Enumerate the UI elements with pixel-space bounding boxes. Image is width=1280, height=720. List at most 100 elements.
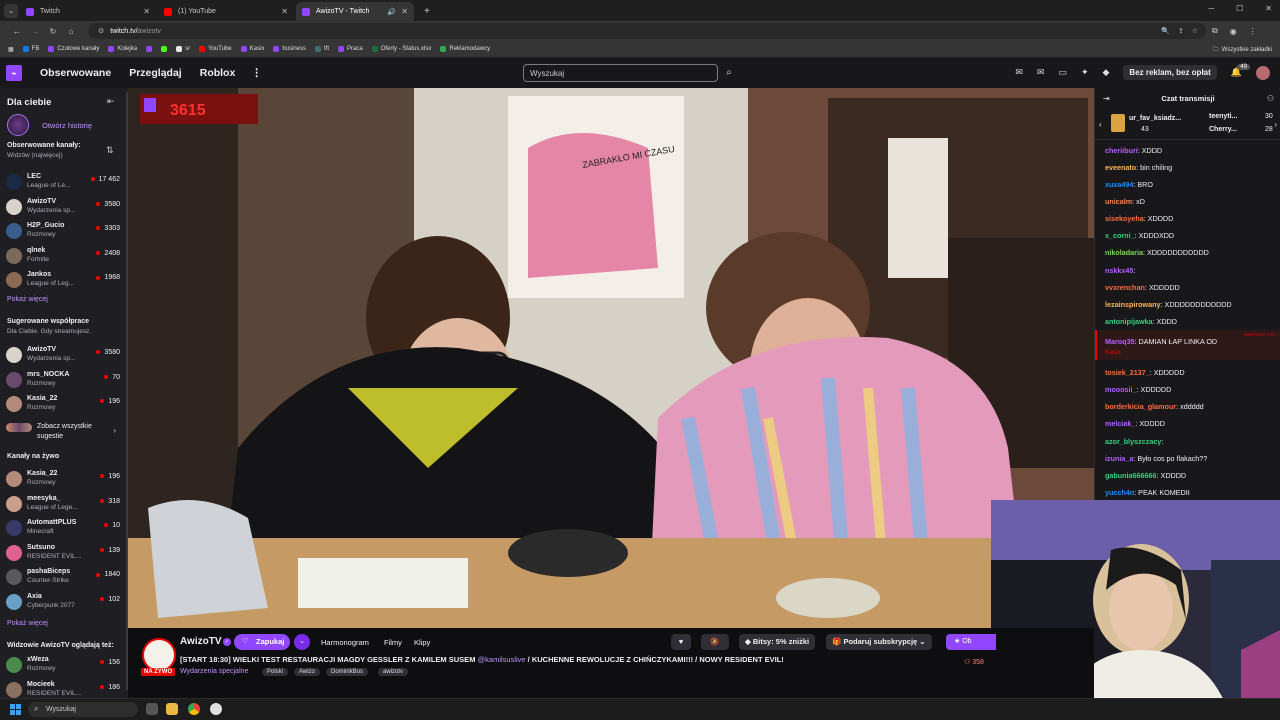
- sidebar-channel-item[interactable]: LEC League of Le... 17 462: [6, 171, 120, 193]
- minimize-icon[interactable]: ─: [1208, 4, 1214, 13]
- stream-title-mention[interactable]: @kamilsuslive: [478, 655, 526, 664]
- browser-menu-icon[interactable]: ⋮: [1249, 27, 1257, 36]
- windows-start-icon[interactable]: [10, 704, 21, 715]
- sidebar-channel-item[interactable]: AutomattPLUS Minecraft 10: [6, 517, 120, 539]
- new-tab-button[interactable]: +: [424, 6, 430, 17]
- forward-icon[interactable]: →: [26, 27, 44, 36]
- gifter-name[interactable]: Cherry...: [1209, 126, 1237, 133]
- chat-username[interactable]: azor_blyszczacy: [1105, 437, 1161, 446]
- inbox-icon[interactable]: ✉: [1037, 67, 1045, 78]
- browser-tab-awizotv[interactable]: AwizoTV - Twitch ✕ 🔊: [296, 2, 414, 21]
- all-bookmarks-button[interactable]: 🗀 Wszystkie zakładki: [1213, 45, 1272, 55]
- chat-username[interactable]: eveenato: [1105, 163, 1136, 172]
- chat-username[interactable]: borderkicia_glamour: [1105, 402, 1176, 411]
- stream-category-link[interactable]: Wydarzenia specjalne: [180, 668, 248, 675]
- chrome-icon[interactable]: [188, 703, 200, 715]
- sidebar-channel-item[interactable]: Axia Cyberpunk 2077 102: [6, 591, 120, 613]
- chat-username[interactable]: vvxrenchan: [1105, 283, 1145, 292]
- task-view-icon[interactable]: [146, 703, 158, 715]
- tag-dominikbos[interactable]: DominikBos: [326, 668, 369, 676]
- sidebar-channel-item[interactable]: AwizoTV Wydarzenia sp... 3580: [6, 344, 120, 366]
- bookmark-item[interactable]: [161, 46, 168, 52]
- clips-link[interactable]: Klipy: [414, 638, 430, 647]
- chat-username[interactable]: tosiek_2137_: [1105, 368, 1150, 377]
- heart-button[interactable]: ♥: [671, 634, 691, 650]
- audio-playing-icon[interactable]: 🔊: [387, 8, 396, 16]
- schedule-link[interactable]: Harmonogram: [321, 638, 369, 647]
- bookmark-item[interactable]: YouTube: [199, 46, 232, 52]
- maximize-icon[interactable]: ☐: [1236, 4, 1243, 13]
- close-tab-icon[interactable]: ✕: [143, 7, 150, 16]
- bookmark-star-icon[interactable]: ☆: [1192, 27, 1198, 35]
- videos-link[interactable]: Filmy: [384, 638, 402, 647]
- bookmark-item[interactable]: FB: [22, 46, 39, 52]
- back-icon[interactable]: ←: [8, 27, 26, 36]
- home-icon[interactable]: ⌂: [62, 27, 80, 36]
- tab-search-icon[interactable]: ⌄: [4, 4, 18, 18]
- chat-username[interactable]: lezainspirowany: [1105, 300, 1161, 309]
- bookmark-item[interactable]: Czołowe kanały: [48, 46, 99, 52]
- sort-icon[interactable]: ⇅: [106, 145, 114, 156]
- video-player[interactable]: ZABRAKŁO MI CZASU 3615: [128, 88, 1094, 628]
- sidebar-channel-item[interactable]: H2P_Gucio Rozmowy 3303: [6, 220, 120, 242]
- chat-username[interactable]: cheriiburi: [1105, 146, 1138, 155]
- profile-icon[interactable]: ◉: [1230, 27, 1237, 36]
- reload-icon[interactable]: ↻: [44, 27, 62, 36]
- address-bar[interactable]: ⚙ twitch.tv/awizotv 🔍 ⇪ ☆: [88, 23, 1206, 39]
- tag-awizo[interactable]: Awizo: [294, 668, 320, 676]
- apps-grid-icon[interactable]: ▦: [8, 46, 14, 53]
- chat-username[interactable]: sisekoyeha: [1105, 214, 1144, 223]
- bookmark-item[interactable]: Oferty - Status.xlsx: [371, 46, 431, 52]
- bookmark-item[interactable]: sr: [176, 46, 190, 52]
- sidebar-channel-item[interactable]: Kasia_22 Rozmowy 196: [6, 393, 120, 415]
- sidebar-channel-item[interactable]: Sutsuno RESIDENT EVIL... 139: [6, 542, 120, 564]
- bookmark-item[interactable]: Kasix: [240, 46, 264, 52]
- channel-avatar[interactable]: [142, 638, 176, 672]
- chat-username[interactable]: nskkx45: [1105, 266, 1133, 275]
- gifter-name[interactable]: teenyti...: [1209, 113, 1237, 120]
- bookmark-item[interactable]: business: [273, 46, 306, 52]
- open-history-button[interactable]: Otwórz historię: [7, 114, 92, 136]
- collapse-sidebar-icon[interactable]: ⇤: [107, 96, 115, 107]
- chat-users-icon[interactable]: ⚇: [1267, 88, 1274, 110]
- bookmark-item[interactable]: Praca: [338, 46, 363, 52]
- close-window-icon[interactable]: ✕: [1265, 4, 1272, 13]
- see-all-suggestions-button[interactable]: Zobacz wszystkie sugestie ›: [6, 421, 120, 443]
- sidebar-channel-item[interactable]: xWeza Rozmowy 156: [6, 654, 120, 676]
- site-info-icon[interactable]: ⚙: [98, 27, 104, 35]
- close-tab-icon[interactable]: ✕: [281, 7, 288, 16]
- avatar[interactable]: [1256, 65, 1270, 80]
- sidebar-channel-item[interactable]: meesyka_ League of Lege... 318: [6, 493, 120, 515]
- channel-name[interactable]: AwizoTV: [180, 636, 221, 647]
- show-more-live-link[interactable]: Pokaż więcej: [7, 620, 48, 627]
- gifter-name[interactable]: ur_fav_ksiadz...: [1129, 115, 1181, 122]
- chat-username[interactable]: antonipijawka: [1105, 317, 1153, 326]
- close-tab-icon[interactable]: ✕: [401, 7, 408, 16]
- browser-tab-twitch[interactable]: Twitch ✕: [20, 2, 158, 21]
- chat-username[interactable]: gabunia666666: [1105, 471, 1157, 480]
- sidebar-channel-item[interactable]: Jankos League of Leg... 1968: [6, 269, 120, 291]
- chat-username[interactable]: unicalm: [1105, 197, 1132, 206]
- bookmark-item[interactable]: Kolejka: [108, 46, 137, 52]
- quests-icon[interactable]: ✦: [1081, 67, 1089, 78]
- chat-username[interactable]: nikoladaria: [1105, 248, 1143, 257]
- sidebar-channel-item[interactable]: Mocieek RESIDENT EVIL... 186: [6, 679, 120, 698]
- sidebar-channel-item[interactable]: qlnek Fortnite 2408: [6, 245, 120, 267]
- chat-username[interactable]: xuxa494: [1105, 180, 1133, 189]
- bits-discount-button[interactable]: ◆ Bitsy: 5% zniżki: [739, 634, 816, 650]
- twitch-logo-icon[interactable]: ⌁: [6, 65, 22, 81]
- bits-icon[interactable]: ◆: [1103, 67, 1110, 78]
- chat-username[interactable]: mooosii_: [1105, 385, 1137, 394]
- taskbar-search-input[interactable]: Wyszukaj: [28, 702, 138, 717]
- follow-dropdown-icon[interactable]: ⌄: [294, 634, 310, 650]
- chevron-left-icon[interactable]: ‹: [1099, 120, 1102, 129]
- chat-username[interactable]: izunia_a: [1105, 454, 1133, 463]
- zoom-icon[interactable]: 🔍: [1161, 27, 1170, 35]
- browser-tab-youtube[interactable]: (1) YouTube ✕: [158, 2, 296, 21]
- tag-awizotv[interactable]: awizotv: [378, 668, 409, 676]
- sidebar-channel-item[interactable]: pashaBiceps Counter-Strike 1840: [6, 566, 120, 588]
- app-icon[interactable]: [210, 703, 222, 715]
- search-input[interactable]: Wyszukaj: [523, 64, 718, 82]
- search-icon[interactable]: ⌕: [720, 64, 738, 82]
- subscribe-button[interactable]: ★ Ob: [946, 634, 996, 650]
